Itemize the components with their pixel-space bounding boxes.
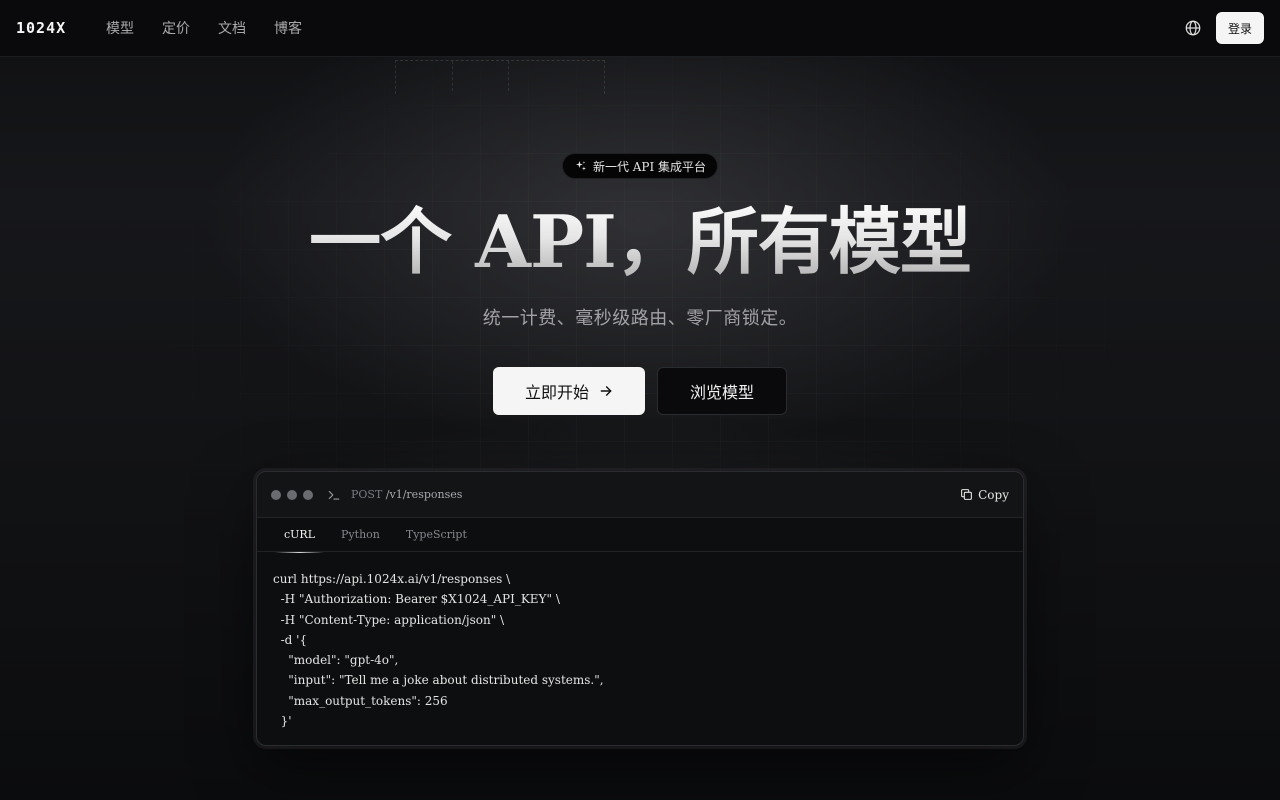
code-line: }' (273, 714, 292, 729)
nav-link-docs[interactable]: 文档 (218, 18, 246, 38)
code-window-header: POST /v1/responses Copy (257, 472, 1023, 518)
code-line: "input": "Tell me a joke about distribut… (273, 673, 604, 688)
nav-right: 登录 (1184, 12, 1264, 44)
nav-link-blog[interactable]: 博客 (274, 18, 302, 38)
window-dot (303, 489, 313, 500)
code-line: -d '{ (273, 632, 308, 647)
get-started-button[interactable]: 立即开始 (493, 367, 645, 415)
window-dot (287, 489, 297, 500)
window-dot (271, 489, 281, 500)
terminal-icon (327, 488, 341, 502)
endpoint-path: /v1/responses (385, 488, 463, 501)
globe-icon[interactable] (1184, 19, 1202, 37)
arrow-right-icon (599, 384, 613, 398)
code-line: "max_output_tokens": 256 (273, 693, 448, 708)
tab-python[interactable]: Python (328, 518, 393, 552)
copy-label: Copy (978, 487, 1009, 502)
endpoint-label: POST /v1/responses (351, 488, 462, 501)
hero-title: 一个 API，所有模型 (0, 196, 1280, 288)
code-block[interactable]: curl https://api.1024x.ai/v1/responses \… (257, 552, 1023, 731)
code-line: "model": "gpt-4o", (273, 653, 399, 668)
nav-link-pricing[interactable]: 定价 (162, 18, 190, 38)
code-language-tabs: cURL Python TypeScript (257, 518, 1023, 553)
nav-link-models[interactable]: 模型 (106, 18, 134, 38)
hero-subtitle: 统一计费、毫秒级路由、零厂商锁定。 (482, 308, 798, 329)
browse-models-button[interactable]: 浏览模型 (657, 367, 787, 415)
code-line: -H "Authorization: Bearer $X1024_API_KEY… (273, 592, 560, 607)
hero-badge: 新一代 API 集成平台 (561, 153, 719, 179)
get-started-label: 立即开始 (524, 383, 589, 402)
logo[interactable]: 1024X (16, 19, 91, 37)
login-button[interactable]: 登录 (1215, 12, 1264, 44)
code-line: -H "Content-Type: application/json" \ (273, 612, 505, 627)
top-navbar: 1024X 模型 定价 文档 博客 登录 (0, 0, 1280, 57)
nav-links: 模型 定价 文档 博客 (106, 18, 302, 38)
tab-typescript[interactable]: TypeScript (393, 518, 480, 552)
sparkle-icon (575, 160, 587, 172)
copy-icon (960, 488, 973, 501)
badge-text: 新一代 API 集成平台 (592, 159, 707, 174)
window-dots (271, 489, 313, 500)
tab-curl[interactable]: cURL (271, 518, 328, 553)
code-window: POST /v1/responses Copy cURL Python Type… (256, 471, 1024, 746)
cta-row: 立即开始 浏览模型 (0, 367, 1280, 415)
decorative-dashed-lines (395, 60, 605, 94)
http-method: POST (351, 488, 383, 501)
copy-button[interactable]: Copy (960, 488, 1009, 502)
code-line: curl https://api.1024x.ai/v1/responses \ (273, 572, 511, 586)
